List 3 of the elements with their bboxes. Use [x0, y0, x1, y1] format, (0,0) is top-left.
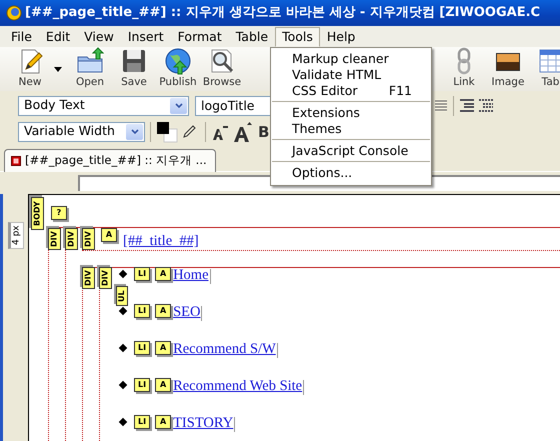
ruler-label: 4 px: [8, 222, 24, 249]
shortcut-label: F11: [388, 83, 412, 99]
window-title: [##_page_title_##] :: 지우개 생각으로 바라본 세상 - 지우개닷컴 [ZIWOOGAE.C: [25, 4, 540, 22]
